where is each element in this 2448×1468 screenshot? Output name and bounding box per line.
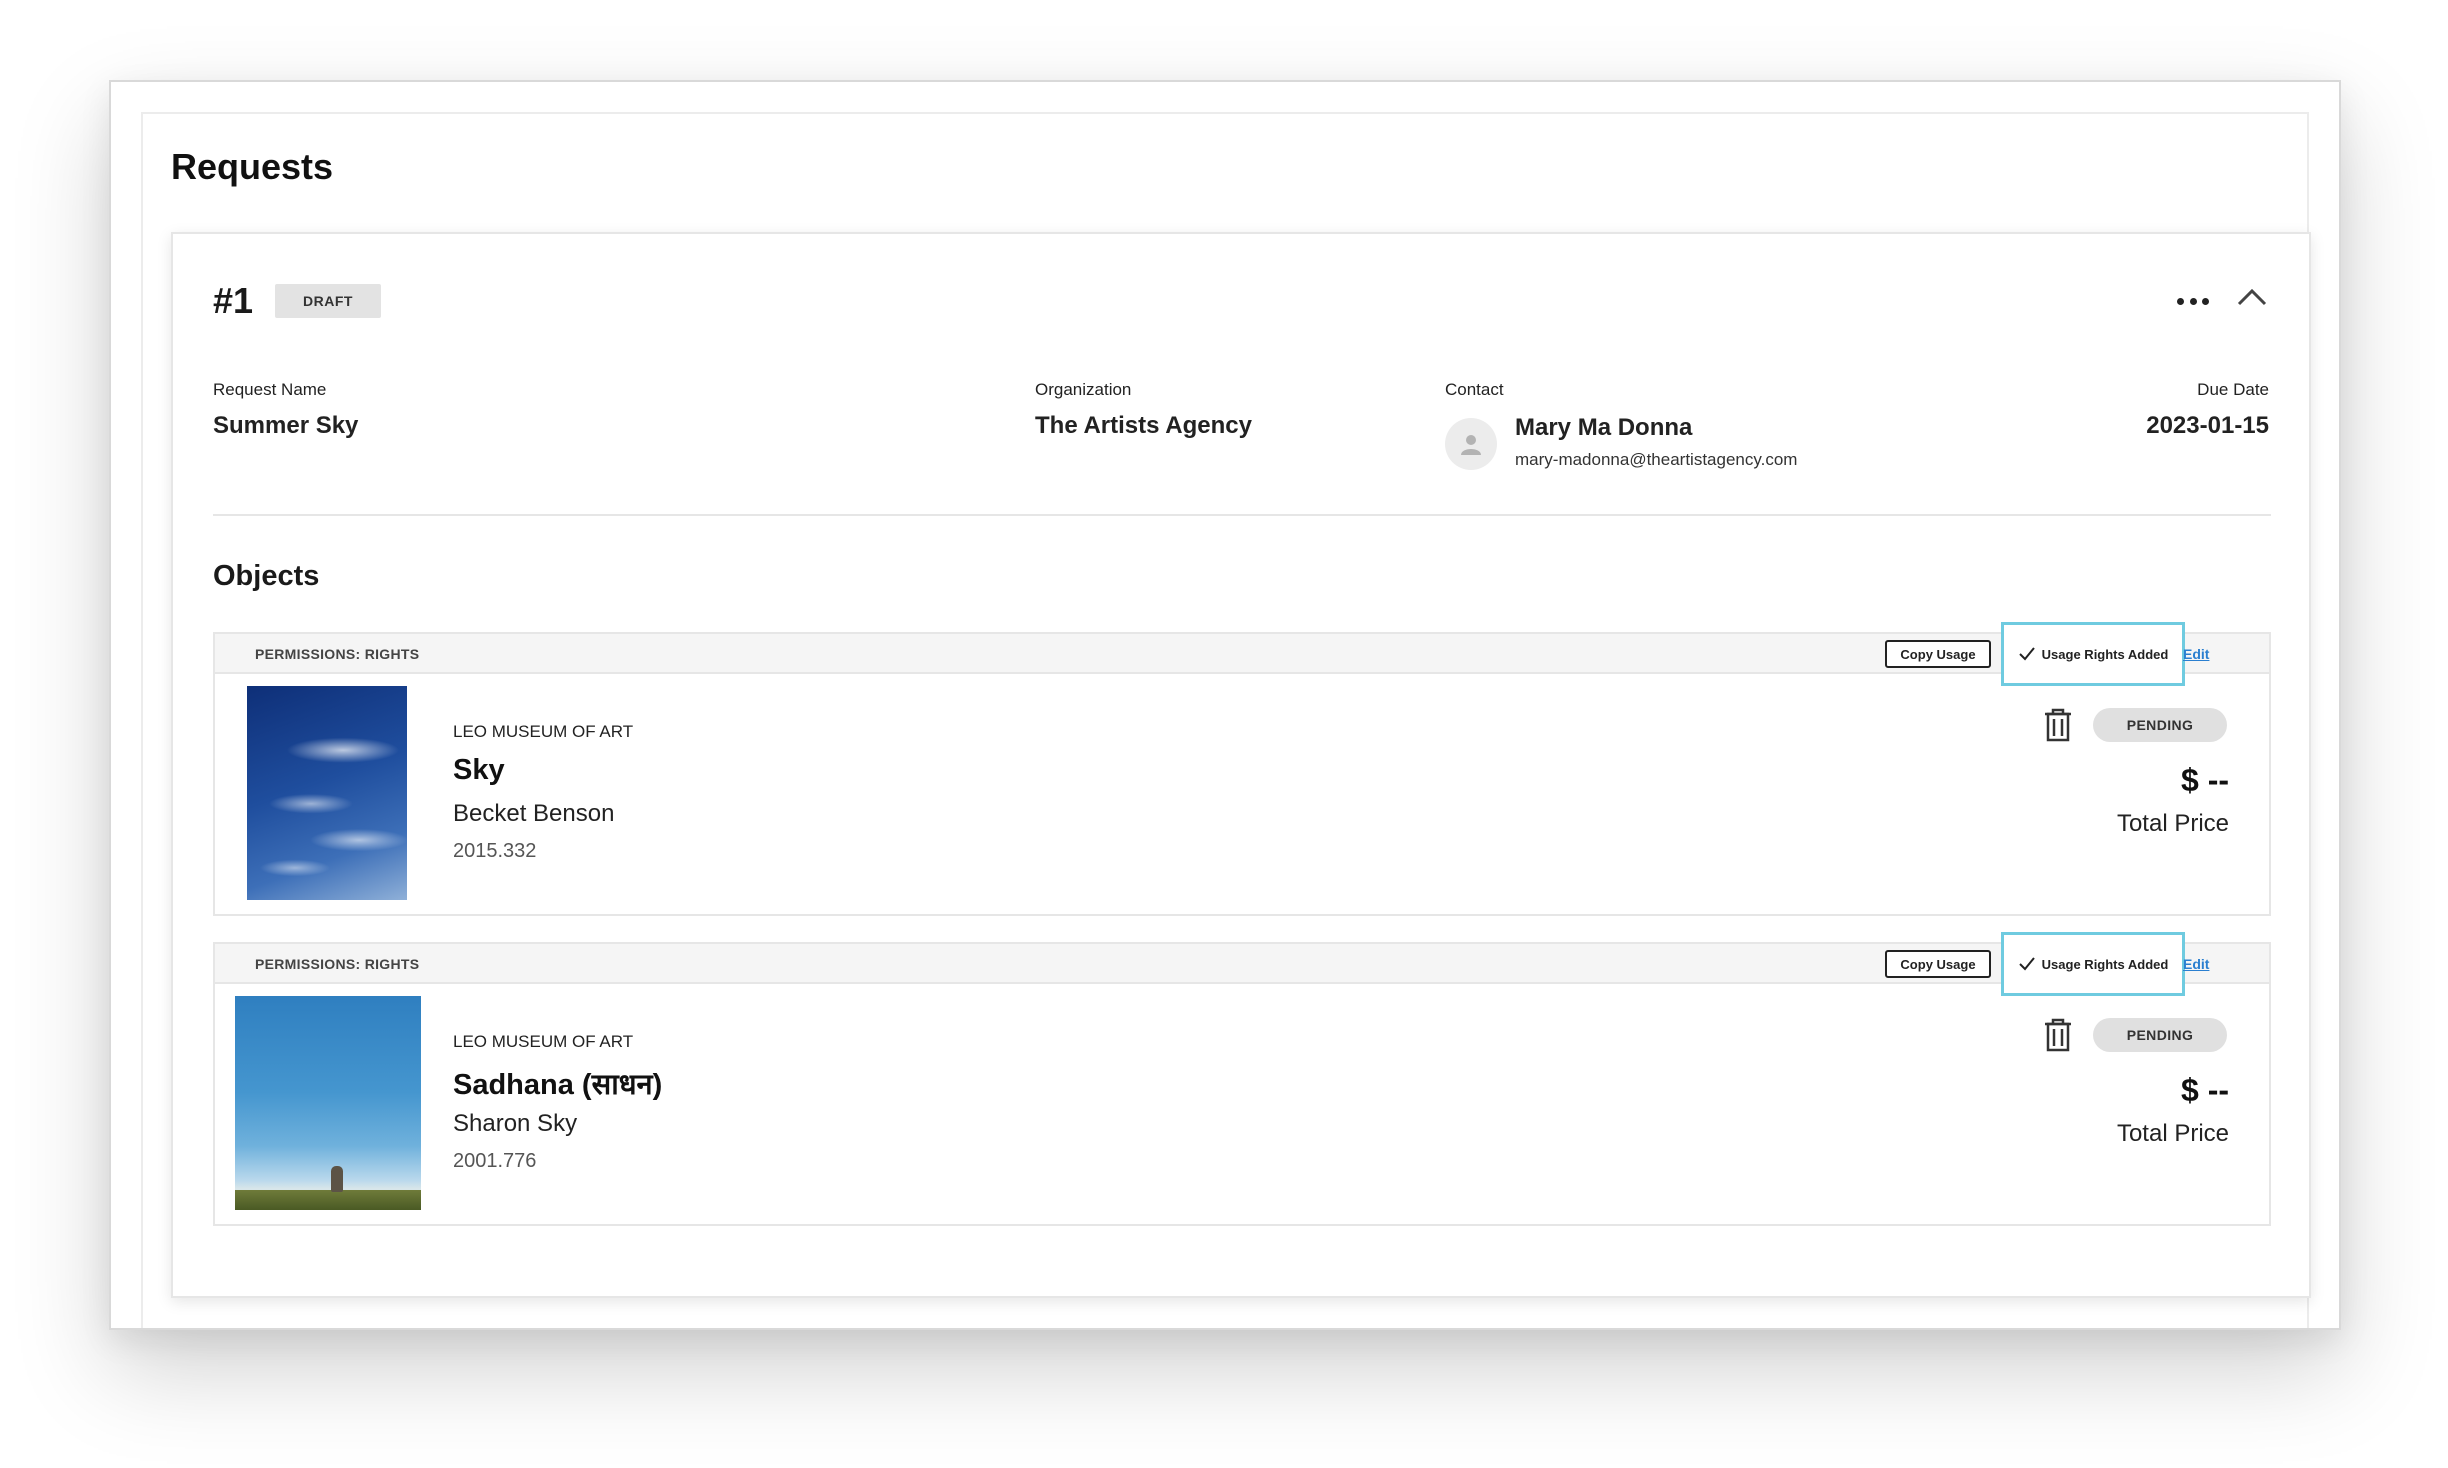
copy-usage-button[interactable]: Copy Usage [1885,950,1991,978]
contact-label: Contact [1445,380,1504,399]
object-title: Sadhana (साधन) [453,1069,663,1101]
trash-icon[interactable] [2043,708,2073,742]
section-divider [213,514,2271,516]
organization-value: The Artists Agency [1035,412,1252,439]
status-badge: PENDING [2093,1018,2227,1052]
requests-panel: Requests #1 DRAFT Request Name Summer Sk… [141,112,2311,1328]
due-date-value: 2023-01-15 [2146,412,2269,439]
object-artist: Sharon Sky [453,1110,578,1137]
request-number: #1 [213,280,254,321]
avatar [1445,418,1497,470]
object-artist: Becket Benson [453,800,615,827]
copy-usage-button[interactable]: Copy Usage [1885,640,1991,668]
objects-title: Objects [213,560,320,592]
usage-rights-added-button[interactable]: Usage Rights Added [2001,622,2185,686]
object-thumbnail[interactable] [247,686,407,900]
object-title: Sky [453,754,505,786]
object-price: $ -- [2181,762,2229,798]
object-item: PERMISSIONS: RIGHTS Copy Usage Usage Rig… [213,932,2271,1226]
chevron-up-icon[interactable] [2235,282,2269,312]
user-icon [1461,435,1481,455]
edit-link[interactable]: Edit [2183,956,2209,972]
object-accession: 2001.776 [453,1150,537,1172]
contact-email: mary-madonna@theartistagency.com [1515,450,1798,469]
object-thumbnail[interactable] [235,996,421,1210]
total-price-label: Total Price [2116,1120,2229,1147]
request-card: #1 DRAFT Request Name Summer Sky Organiz… [171,232,2311,1298]
status-badge: DRAFT [275,284,381,318]
object-price: $ -- [2181,1072,2229,1108]
status-badge: PENDING [2093,708,2227,742]
permissions-label: PERMISSIONS: RIGHTS [255,646,420,662]
request-name-label: Request Name [213,380,327,399]
permissions-label: PERMISSIONS: RIGHTS [255,956,420,972]
usage-rights-added-button[interactable]: Usage Rights Added [2001,932,2185,996]
usage-rights-added-label: Usage Rights Added [2041,956,2169,972]
object-accession: 2015.332 [453,840,537,862]
organization-label: Organization [1035,380,1132,399]
due-date-label: Due Date [2197,380,2269,399]
edit-link[interactable]: Edit [2183,646,2209,662]
more-horizontal-icon[interactable] [2173,286,2213,316]
contact-name: Mary Ma Donna [1515,414,1693,441]
app-window: Requests #1 DRAFT Request Name Summer Sk… [109,80,2341,1330]
total-price-label: Total Price [2116,810,2229,837]
page-title: Requests [171,146,334,187]
museum-name: LEO MUSEUM OF ART [453,722,634,741]
museum-name: LEO MUSEUM OF ART [453,1032,634,1051]
object-header: PERMISSIONS: RIGHTS Copy Usage Usage Rig… [215,932,2269,996]
object-item: PERMISSIONS: RIGHTS Copy Usage Usage Rig… [213,622,2271,916]
check-icon [2018,647,2035,661]
check-icon [2018,957,2035,971]
usage-rights-added-label: Usage Rights Added [2041,646,2169,662]
object-header: PERMISSIONS: RIGHTS Copy Usage Usage Rig… [215,622,2269,686]
request-name-value: Summer Sky [213,412,359,439]
trash-icon[interactable] [2043,1018,2073,1052]
